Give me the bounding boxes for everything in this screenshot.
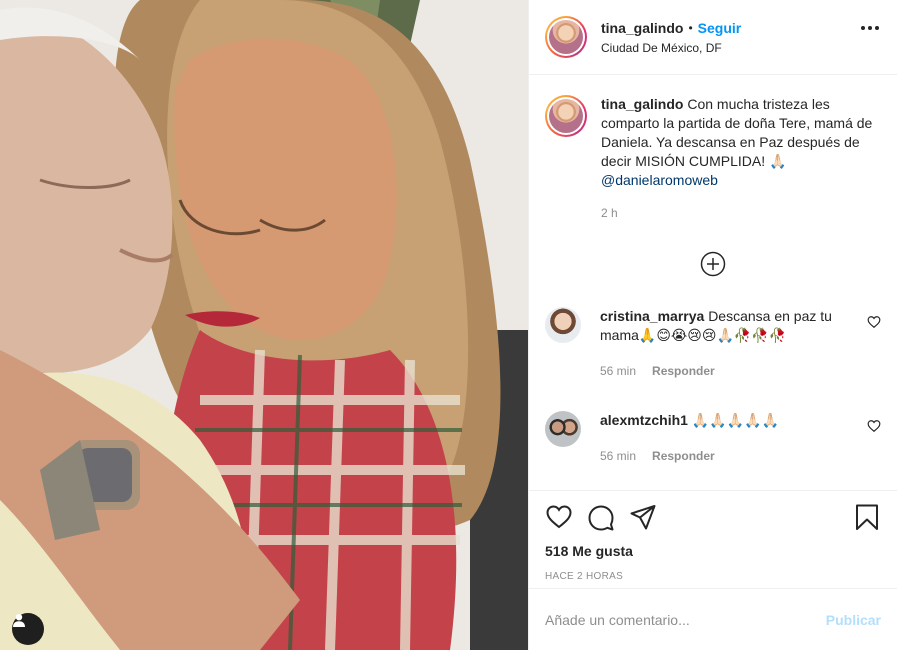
instagram-post: tina_galindo • Seguir Ciudad De México, …: [0, 0, 897, 650]
comment-time: 56 min: [600, 364, 637, 378]
location-link[interactable]: Ciudad De México, DF: [601, 41, 741, 55]
comment-username[interactable]: cristina_marrya: [600, 308, 704, 324]
publish-button[interactable]: Publicar: [826, 612, 881, 628]
post-actions: 518 Me gusta HACE 2 HORAS: [529, 490, 897, 588]
like-comment-heart-icon[interactable]: [867, 419, 881, 433]
user-icon: [13, 614, 25, 627]
reply-button[interactable]: Responder: [652, 362, 715, 381]
share-paper-plane-icon[interactable]: [629, 503, 657, 531]
comment-text: 🙏🏻🙏🏻🙏🏻🙏🏻🙏🏻: [691, 412, 779, 428]
more-options-button[interactable]: [861, 26, 879, 30]
post-timestamp[interactable]: HACE 2 HORAS: [545, 571, 881, 582]
author-avatar[interactable]: [545, 16, 587, 58]
likes-count[interactable]: 518 Me gusta: [545, 543, 881, 559]
comment-item: cristina_marrya Descansa en paz tu mama🙏…: [545, 307, 881, 381]
reply-button[interactable]: Responder: [652, 447, 715, 466]
comment-time: 56 min: [600, 449, 637, 463]
separator-dot: •: [688, 20, 693, 35]
comment-username[interactable]: alexmtzchih1: [600, 412, 688, 428]
post-side-panel: tina_galindo • Seguir Ciudad De México, …: [528, 0, 897, 650]
like-comment-heart-icon[interactable]: [867, 315, 881, 329]
header-text: tina_galindo • Seguir Ciudad De México, …: [601, 20, 741, 55]
caption-avatar[interactable]: [545, 95, 587, 137]
follow-button[interactable]: Seguir: [698, 20, 742, 36]
caption-mention[interactable]: @danielaromoweb: [601, 172, 718, 188]
commenter-avatar[interactable]: [545, 411, 581, 447]
comments-section[interactable]: tina_galindo Con mucha tristeza les comp…: [529, 75, 897, 490]
comment-item: alexmtzchih1 🙏🏻🙏🏻🙏🏻🙏🏻🙏🏻 56 min Responder: [545, 411, 881, 466]
post-header: tina_galindo • Seguir Ciudad De México, …: [529, 0, 897, 75]
tagged-users-button[interactable]: [12, 613, 44, 645]
caption-username[interactable]: tina_galindo: [601, 96, 683, 112]
caption-time: 2 h: [601, 206, 618, 220]
more-dot-icon: [861, 26, 865, 30]
author-username[interactable]: tina_galindo: [601, 20, 683, 36]
post-photo[interactable]: [0, 0, 528, 650]
caption: tina_galindo Con mucha tristeza les comp…: [545, 95, 881, 223]
add-comment-bar: Publicar: [529, 588, 897, 650]
load-more-comments-button[interactable]: [700, 251, 726, 277]
commenter-avatar[interactable]: [545, 307, 581, 343]
more-dot-icon: [875, 26, 879, 30]
comment-input[interactable]: [545, 611, 826, 628]
more-dot-icon: [868, 26, 872, 30]
save-bookmark-icon[interactable]: [853, 503, 881, 531]
photo-illustration: [0, 0, 528, 650]
comment-bubble-icon[interactable]: [587, 503, 615, 531]
like-heart-icon[interactable]: [545, 503, 573, 531]
